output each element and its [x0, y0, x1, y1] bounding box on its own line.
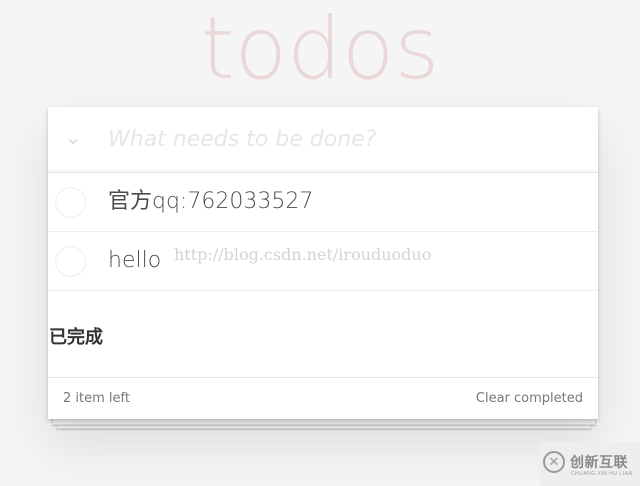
brand-subtitle: CHUANG XIN HU LIAN	[571, 471, 633, 477]
todo-checkbox[interactable]	[55, 187, 86, 218]
todo-item: 官方qq:762033527	[48, 173, 598, 232]
todo-label[interactable]: hello	[108, 248, 161, 274]
todo-item: hello http://blog.csdn.net/irouduoduo	[48, 232, 598, 291]
new-todo-row: ⌄	[48, 107, 598, 173]
brand-name: 创新互联	[570, 455, 628, 471]
watermark-url: http://blog.csdn.net/irouduoduo	[174, 245, 432, 264]
completed-section-title: 已完成	[49, 327, 103, 348]
todo-checkbox[interactable]	[55, 246, 86, 277]
completed-section: 已完成	[48, 291, 598, 378]
todo-footer: 2 item left Clear completed	[48, 378, 598, 418]
new-todo-input[interactable]	[108, 121, 578, 157]
todo-count: 2 item left	[63, 391, 130, 406]
todo-app-panel: ⌄ 官方qq:762033527 hello http://blog.csdn.…	[48, 107, 598, 419]
app-title: todos	[200, 0, 440, 99]
brand-logo: ✕ 创新互联 CHUANG XIN HU LIAN	[540, 442, 640, 486]
brand-logo-icon: ✕	[543, 451, 565, 473]
todomvc-page: todos ⌄ 官方qq:762033527 hello http://blog…	[0, 0, 640, 486]
todo-list: 官方qq:762033527 hello http://blog.csdn.ne…	[48, 173, 598, 291]
todo-label[interactable]: 官方qq:762033527	[108, 189, 313, 215]
clear-completed-button[interactable]: Clear completed	[476, 391, 583, 406]
chevron-down-icon[interactable]: ⌄	[62, 127, 84, 149]
